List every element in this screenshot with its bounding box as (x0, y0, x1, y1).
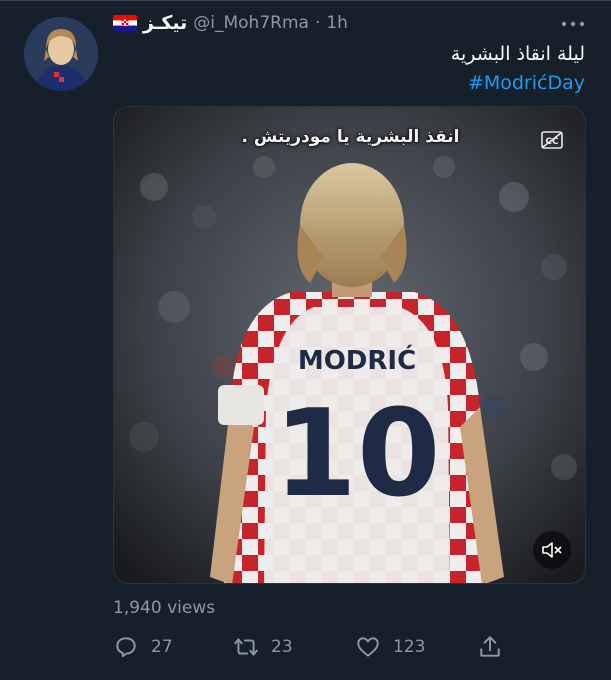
jersey-number: 10 (274, 385, 441, 524)
like-icon (357, 637, 379, 657)
tweet-text-line: ليلة انقاذ البشرية (450, 43, 585, 65)
croatia-flag-icon (113, 15, 137, 31)
retweet-icon (234, 638, 258, 656)
reply-button[interactable]: 27 (113, 630, 173, 664)
mute-icon (542, 542, 562, 558)
retweet-button[interactable]: 23 (233, 630, 293, 664)
like-count: 123 (393, 637, 426, 657)
more-icon[interactable] (560, 16, 586, 30)
share-button[interactable] (477, 630, 503, 664)
retweet-count: 23 (271, 637, 293, 657)
svg-text:CC: CC (545, 137, 559, 147)
reply-icon (116, 637, 136, 658)
like-button[interactable]: 123 (355, 630, 425, 664)
tweet-text: ليلة انقاذ البشرية #ModrićDay (115, 40, 585, 98)
mute-button[interactable] (533, 531, 571, 569)
separator-dot: · (314, 13, 321, 33)
view-count[interactable]: 1,940 views (113, 598, 215, 618)
top-divider (0, 0, 611, 1)
tweet-actions: 27 23 123 (113, 630, 586, 664)
video-caption: انقذ البشرية يا مودريتش . (241, 127, 460, 147)
user-handle[interactable]: @i_Moh7Rma (193, 13, 309, 33)
captions-icon[interactable]: CC (541, 131, 563, 149)
reply-count: 27 (151, 637, 173, 657)
timestamp[interactable]: 1h (326, 13, 348, 33)
jersey-name: MODRIĆ (298, 344, 416, 376)
share-icon (480, 636, 500, 657)
tweet-video[interactable]: MODRIĆ 10 انقذ البشرية يا مودريتش . CC (113, 106, 586, 584)
avatar[interactable] (24, 17, 98, 91)
display-name[interactable]: تيكـز (143, 12, 187, 34)
hashtag-link[interactable]: #ModrićDay (468, 72, 585, 94)
